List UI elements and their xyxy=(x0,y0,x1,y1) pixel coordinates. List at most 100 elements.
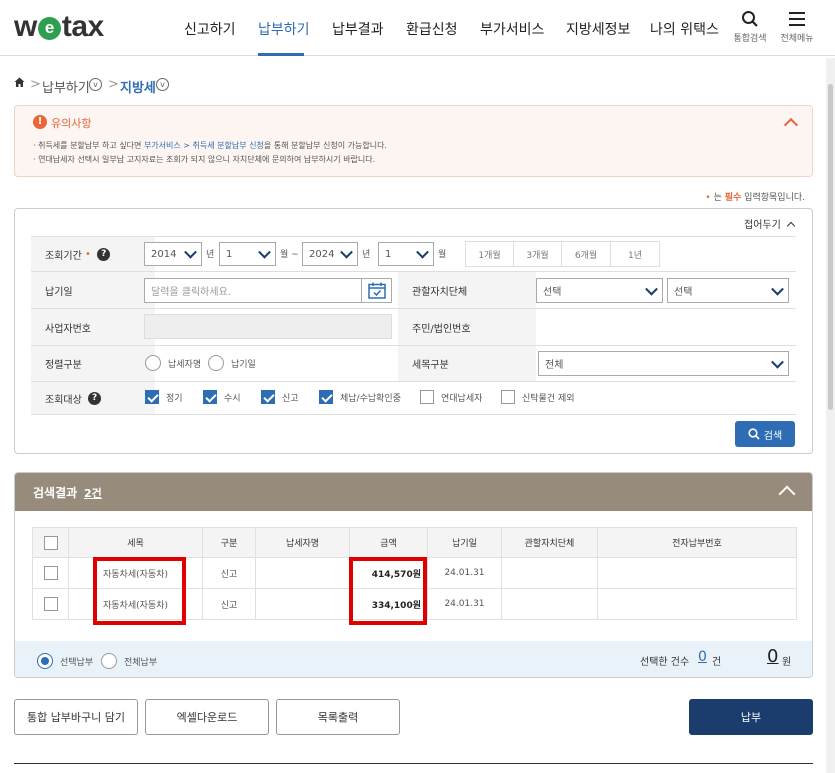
pay-selected-radio[interactable]: 선택납부 xyxy=(37,653,93,669)
checkbox xyxy=(319,390,333,404)
excel-download-button[interactable]: 엑셀다운로드 xyxy=(145,699,269,735)
calendar-button[interactable] xyxy=(361,279,391,302)
results-title: 검색결과 xyxy=(33,486,78,500)
breadcrumb-pay-dropdown[interactable]: v xyxy=(89,77,102,92)
help-icon[interactable]: ? xyxy=(88,391,102,405)
tax-item-select[interactable]: 전체 xyxy=(538,351,789,376)
type-cell: 신고 xyxy=(202,588,256,620)
nav-pay-result[interactable]: 납부결과 xyxy=(332,19,384,39)
target-occasional-checkbox[interactable]: 수시 xyxy=(203,390,241,404)
all-menu-label: 전체메뉴 xyxy=(780,34,814,44)
notice-line-1: · 취득세를 분할납부 하고 싶다면 부가서비스 > 취득세 분할납부 신청을 … xyxy=(33,140,387,151)
search-button[interactable]: 검색 xyxy=(735,421,795,447)
bizno-input[interactable] xyxy=(144,314,392,339)
gov-label: 관할자치단체 xyxy=(398,272,536,308)
collapse-label: 접어두기 xyxy=(744,220,781,231)
pay-all-radio[interactable]: 전체납부 xyxy=(101,653,157,669)
target-exclude-trust-checkbox[interactable]: 신탁물건 제외 xyxy=(501,390,575,404)
col-tax-item: 세목 xyxy=(68,527,203,558)
gov-cell xyxy=(501,588,598,620)
wetax-logo[interactable]: w e tax xyxy=(14,10,104,44)
notice-line-2: · 연대납세자 선택시 일부납 고지자료는 조회가 되지 않으니 자치단체에 문… xyxy=(33,155,376,164)
end-month-select[interactable]: 1 xyxy=(378,242,434,266)
required-note-pre: 는 xyxy=(713,193,725,203)
pay-button[interactable]: 납부 xyxy=(689,699,813,735)
row-checkbox[interactable] xyxy=(43,566,58,580)
nav-pay[interactable]: 납부하기 xyxy=(258,19,310,39)
integrated-search-button[interactable]: 통합검색 xyxy=(731,10,769,44)
gov-select-2-value: 선택 xyxy=(674,287,693,298)
breadcrumb-local-tax[interactable]: 지방세 xyxy=(120,77,156,96)
nav-file-return[interactable]: 신고하기 xyxy=(184,19,236,39)
collapse-results-icon[interactable] xyxy=(778,485,796,503)
radio-button xyxy=(208,355,224,371)
col-epay-number: 전자납부번호 xyxy=(597,527,797,558)
notice-title: 유의사항 xyxy=(51,117,92,130)
nav-my-wetax[interactable]: 나의 위택스 xyxy=(650,19,719,39)
help-icon[interactable]: ? xyxy=(97,247,111,261)
nav-extra-services[interactable]: 부가서비스 xyxy=(480,19,544,39)
breadcrumb-pay[interactable]: 납부하기 xyxy=(42,77,90,96)
top-header: w e tax 신고하기 납부하기 납부결과 환급신청 부가서비스 지방세정보 나의… xyxy=(0,0,835,56)
chevron-up-icon xyxy=(786,221,796,231)
calendar-icon xyxy=(367,282,386,299)
breadcrumb-separator-icon: > xyxy=(108,77,119,92)
total-amount-value: 0 xyxy=(767,646,779,667)
warning-icon: ! xyxy=(33,115,47,129)
sort-by-due-radio[interactable]: 납기일 xyxy=(208,355,256,371)
target-arrears-label: 체납/수납확인중 xyxy=(340,393,401,404)
period-3-month-button[interactable]: 3개월 xyxy=(513,241,562,267)
period-1-year-button[interactable]: 1년 xyxy=(610,241,660,267)
due-date-input[interactable]: 달력을 클릭하세요. xyxy=(144,278,392,303)
logo-letter-w: w xyxy=(14,10,37,43)
target-joint-payer-checkbox[interactable]: 연대납세자 xyxy=(420,390,482,404)
select-all-checkbox[interactable] xyxy=(43,535,58,550)
notice-box: ! 유의사항 · 취득세를 분할납부 하고 싶다면 부가서비스 > 취득세 분할… xyxy=(14,105,813,177)
epay-number-cell xyxy=(597,557,797,589)
chevron-down-icon: v xyxy=(156,78,169,91)
home-icon[interactable] xyxy=(14,77,25,88)
add-to-cart-button[interactable]: 통합 납부바구니 담기 xyxy=(14,699,138,735)
checkbox xyxy=(420,390,434,404)
start-year-select[interactable]: 2014 xyxy=(144,242,202,266)
collapse-search-button[interactable]: 접어두기 xyxy=(744,216,796,231)
bizno-label: 사업자번호 xyxy=(31,309,155,345)
nav-local-tax-info[interactable]: 지방세정보 xyxy=(566,19,630,39)
end-year-select[interactable]: 2024 xyxy=(302,242,358,266)
select-all-cell xyxy=(32,527,69,558)
period-6-month-button[interactable]: 6개월 xyxy=(561,241,611,267)
month-unit-tilde: 월 ~ xyxy=(280,250,299,260)
pay-selected-label: 선택납부 xyxy=(60,657,94,668)
required-note-bold: 필수 xyxy=(724,193,742,203)
nav-refund[interactable]: 환급신청 xyxy=(406,19,458,39)
gov-select-2[interactable]: 선택 xyxy=(667,278,789,303)
checkbox xyxy=(203,390,217,404)
bottom-divider xyxy=(14,763,813,764)
gov-select-1-value: 선택 xyxy=(543,287,562,298)
sort-by-payer-radio[interactable]: 납세자명 xyxy=(145,355,201,371)
chevron-down-icon xyxy=(645,282,658,296)
gov-select-1[interactable]: 선택 xyxy=(536,278,663,303)
target-filing-checkbox[interactable]: 신고 xyxy=(261,390,299,404)
all-menu-button[interactable]: 전체메뉴 xyxy=(778,10,816,44)
print-list-button[interactable]: 목록출력 xyxy=(276,699,400,735)
chevron-down-icon xyxy=(258,245,271,259)
target-arrears-checkbox[interactable]: 체납/수납확인중 xyxy=(319,390,401,404)
collapse-notice-icon[interactable] xyxy=(783,117,799,133)
year-unit: 년 xyxy=(206,250,215,260)
target-exclude-trust-label: 신탁물건 제외 xyxy=(522,393,575,404)
tax-item-label: 세목구분 xyxy=(398,346,536,381)
period-label: 조회기간 • ? xyxy=(31,237,155,271)
selected-count-unit: 건 xyxy=(712,657,722,668)
payer-cell xyxy=(255,588,350,620)
scrollbar-thumb[interactable] xyxy=(828,84,833,410)
start-month-select[interactable]: 1 xyxy=(219,242,276,266)
selected-count-label: 선택한 건수 xyxy=(640,657,690,668)
period-1-month-button[interactable]: 1개월 xyxy=(465,241,514,267)
target-regular-checkbox[interactable]: 정기 xyxy=(145,390,183,404)
breadcrumb-local-tax-dropdown[interactable]: v xyxy=(156,77,169,92)
chevron-down-icon xyxy=(771,355,784,369)
installment-link[interactable]: 부가서비스 > 취득세 분할납부 신청 xyxy=(144,141,264,150)
radio-button xyxy=(145,355,161,371)
row-checkbox[interactable] xyxy=(43,597,58,611)
